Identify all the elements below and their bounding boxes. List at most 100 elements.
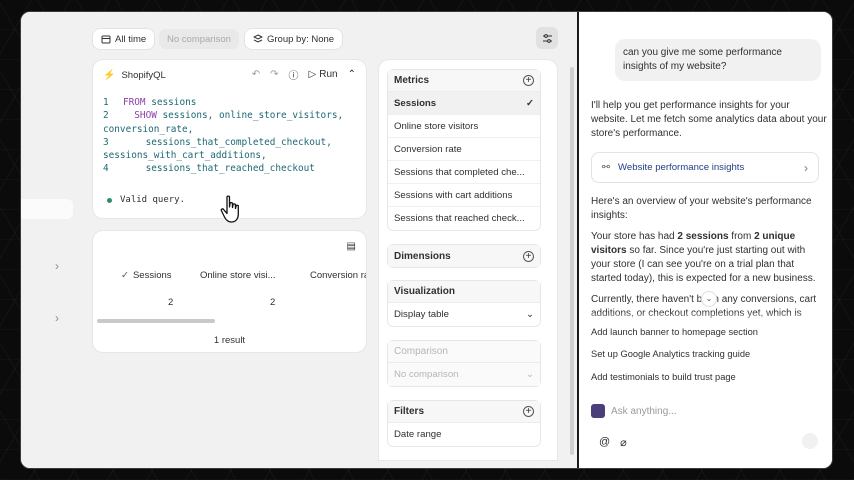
chevron-right-icon[interactable]: ›: [55, 311, 59, 325]
filters-section: Filters + Date range: [387, 400, 541, 447]
chevron-down-icon: ⌄: [525, 309, 534, 320]
collapse-icon[interactable]: ⌃: [348, 69, 356, 80]
insights-tool-card[interactable]: ⚯ Website performance insights ›: [591, 152, 819, 183]
metric-item[interactable]: Sessions that reached check...: [388, 207, 540, 230]
editor-title: ShopifyQL: [121, 70, 166, 81]
sidebar-collapsed: › ›: [21, 12, 75, 468]
code-text: sessions_that_completed_checkout,: [123, 136, 332, 148]
code-line: 2 SHOW sessions, online_store_visitors,: [93, 109, 366, 122]
help-icon[interactable]: ⓘ: [289, 67, 299, 82]
metric-label: Sessions: [394, 97, 437, 109]
section-title: Comparison: [394, 346, 448, 357]
suggestion-chip[interactable]: Add testimonials to build trust page: [591, 372, 736, 382]
code-text: sessions_that_reached_checkout: [123, 163, 315, 175]
assistant-message-intro: I'll help you get performance insights f…: [591, 100, 827, 139]
horizontal-scrollbar[interactable]: [97, 319, 215, 323]
visualization-header: Visualization: [388, 281, 540, 303]
date-range-label: All time: [115, 33, 147, 45]
column-header-visitors[interactable]: Online store visi...: [200, 270, 276, 281]
scroll-fade: [579, 312, 832, 324]
results-table: ▤ ✓ Sessions Online store visi... Conver…: [93, 231, 366, 352]
stats-text: Your store has had: [591, 231, 678, 242]
code-text: conversion_rate,: [103, 123, 194, 135]
section-title: Visualization: [394, 286, 455, 297]
column-header-conversion[interactable]: Conversion ra: [310, 270, 366, 281]
metric-label: Sessions with cart additions: [394, 189, 513, 201]
code-area[interactable]: 1 FROM sessions 2 SHOW sessions, online_s…: [93, 96, 366, 176]
date-range-button[interactable]: All time: [93, 29, 155, 49]
user-message: can you give me some performance insight…: [615, 39, 821, 81]
code-text: sessions, online_store_visitors,: [156, 110, 344, 122]
config-panel: Metrics + Sessions ✓ Online store visitor…: [379, 60, 557, 460]
keyword: FROM: [123, 97, 146, 108]
app-window: › › All time No comparison Group by: Non…: [20, 11, 833, 469]
comparison-select[interactable]: No comparison ⌄: [388, 363, 540, 386]
redo-icon[interactable]: ↷: [270, 69, 278, 80]
attachment-icon[interactable]: ⌀: [620, 436, 627, 449]
comparison-label: No comparison: [167, 33, 231, 45]
undo-icon[interactable]: ↶: [252, 69, 260, 80]
check-icon: ✓: [525, 97, 534, 109]
metric-label: Sessions that reached check...: [394, 213, 525, 224]
chevron-right-icon[interactable]: ›: [55, 259, 59, 273]
code-line: 4 sessions_that_reached_checkout: [93, 162, 366, 175]
section-title: Metrics: [394, 75, 430, 86]
dimensions-header[interactable]: Dimensions +: [388, 245, 540, 267]
send-button[interactable]: [802, 433, 818, 449]
assistant-overview: Here's an overview of your website's per…: [591, 196, 812, 221]
cell-value: 2: [168, 297, 174, 308]
metric-item[interactable]: Conversion rate: [388, 138, 540, 161]
shopifyql-icon: ⚡: [103, 70, 116, 81]
visualization-select[interactable]: Display table ⌄: [388, 303, 540, 326]
stats-text: from: [728, 231, 755, 242]
column-header-sessions[interactable]: ✓ Sessions: [121, 270, 172, 281]
group-icon: [253, 34, 263, 43]
metric-item[interactable]: Sessions ✓: [388, 92, 540, 115]
metric-item[interactable]: Sessions that completed che...: [388, 161, 540, 184]
add-icon[interactable]: +: [523, 75, 534, 86]
chevron-right-icon: ›: [804, 160, 808, 175]
chat-input[interactable]: Ask anything...: [591, 404, 677, 418]
comparison-button[interactable]: No comparison: [159, 29, 239, 49]
editor-tools: ↶ ↷ ⓘ ▷ Run ⌃: [252, 67, 356, 82]
section-title: Dimensions: [394, 250, 451, 262]
run-button[interactable]: ▷ Run: [309, 69, 338, 80]
column-header-label: Conversion ra: [310, 270, 366, 281]
metric-item[interactable]: Online store visitors: [388, 115, 540, 138]
sidebar-active-item[interactable]: [21, 199, 73, 219]
check-icon: ✓: [121, 270, 129, 281]
filter-item[interactable]: Date range: [388, 423, 540, 446]
code-text: sessions: [145, 97, 197, 108]
visualization-section: Visualization Display table ⌄: [387, 280, 541, 327]
metric-label: Conversion rate: [394, 143, 462, 155]
sliders-icon: [542, 33, 552, 43]
suggestion-chip[interactable]: Add launch banner to homepage section: [591, 327, 758, 337]
assistant-avatar-icon: [591, 404, 605, 418]
metric-item[interactable]: Sessions with cart additions: [388, 184, 540, 207]
editor-header: ⚡ ShopifyQL: [103, 70, 166, 81]
code-text: sessions_with_cart_additions,: [103, 150, 267, 162]
keyword: SHOW: [123, 110, 157, 122]
add-icon[interactable]: +: [523, 406, 534, 417]
settings-button[interactable]: [536, 27, 558, 49]
metric-label: Sessions that completed che...: [394, 166, 525, 178]
hand-cursor-icon: [220, 195, 239, 223]
metrics-header: Metrics +: [388, 70, 540, 92]
suggestion-chip[interactable]: Set up Google Analytics tracking guide: [591, 349, 750, 359]
section-title: Filters: [394, 406, 425, 417]
vertical-scrollbar[interactable]: [570, 67, 574, 455]
dimensions-section: Dimensions +: [387, 244, 541, 268]
group-by-button[interactable]: Group by: None: [245, 29, 343, 49]
stats-bold: 2 sessions: [677, 231, 729, 242]
analytics-pane: › › All time No comparison Group by: Non…: [21, 12, 575, 468]
chevron-down-icon: ⌄: [525, 369, 534, 380]
mention-icon[interactable]: @: [599, 436, 610, 449]
select-value: No comparison: [394, 369, 459, 380]
code-line: 1 FROM sessions: [93, 96, 366, 109]
scroll-down-button[interactable]: ⌄: [702, 292, 716, 306]
table-icon[interactable]: ▤: [347, 241, 356, 252]
status-dot: [107, 197, 112, 203]
add-icon[interactable]: +: [523, 250, 534, 262]
assistant-stats: Your store has had 2 sessions from 2 uni…: [591, 230, 827, 286]
play-icon: ▷: [308, 69, 317, 80]
